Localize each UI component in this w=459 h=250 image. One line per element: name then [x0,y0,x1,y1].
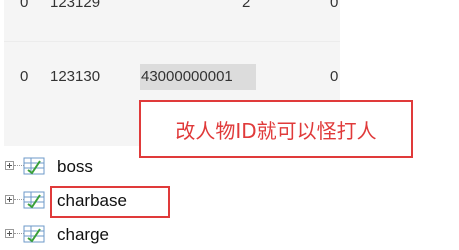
expand-icon[interactable] [5,161,14,170]
table-icon [23,157,45,175]
annotation-callout: 改人物ID就可以怪打人 [139,100,413,158]
row-divider [4,41,340,42]
table-icon [23,191,45,209]
grid-cell-selected[interactable]: 43000000001 [141,68,233,86]
charbase-highlight-box [50,186,170,218]
tree-item-label: boss [57,157,93,176]
tree-item-boss[interactable]: boss [0,154,200,180]
tree-item-charge[interactable]: charge [0,222,200,248]
table-icon [23,225,45,243]
grid-cell[interactable]: 2 [242,0,250,12]
grid-cell[interactable]: 0 [20,0,28,12]
annotation-text: 改人物ID就可以怪打人 [175,118,377,143]
grid-cell[interactable]: 0 [330,0,338,12]
expand-icon[interactable] [5,229,14,238]
grid-cell[interactable]: 0 [330,68,338,86]
grid-cell[interactable]: 0 [20,68,28,86]
grid-cell[interactable]: 123129 [50,0,100,12]
grid-cell[interactable]: 123130 [50,68,100,86]
tree-item-label: charge [57,225,109,244]
expand-icon[interactable] [5,195,14,204]
